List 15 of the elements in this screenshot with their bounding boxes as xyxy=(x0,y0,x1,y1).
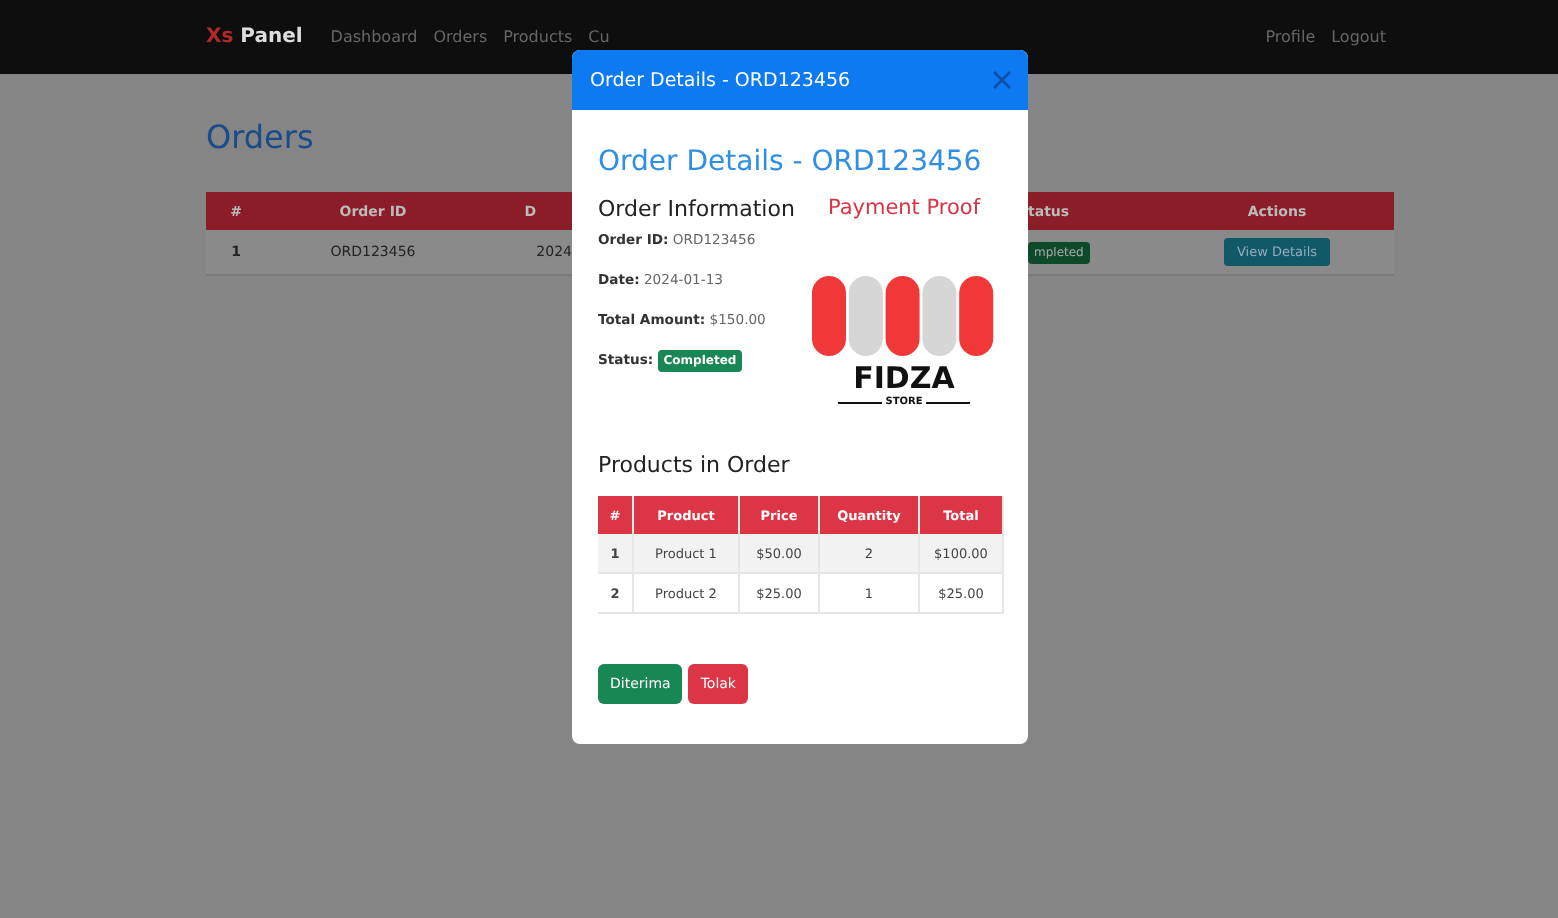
nav-link[interactable]: Profile xyxy=(1265,28,1316,46)
brand-logo[interactable]: Xs Panel xyxy=(206,26,303,48)
nav-link[interactable]: Cu xyxy=(588,28,610,46)
nav-link[interactable]: Orders xyxy=(433,28,488,46)
close-icon[interactable] xyxy=(992,70,1012,90)
nav-link[interactable]: Dashboard xyxy=(330,28,418,46)
modal-title: Order Details - ORD123456 xyxy=(590,69,851,91)
order-heading: Order Details - ORD123456 xyxy=(598,146,984,178)
nav-link[interactable]: Logout xyxy=(1331,28,1386,46)
section-heading: Products in Order xyxy=(598,452,792,478)
page-title: Orders xyxy=(206,118,314,156)
nav-link[interactable]: Products xyxy=(503,28,573,46)
section-heading: Order Information xyxy=(598,196,797,225)
logo-name: FIDZA xyxy=(853,360,955,396)
section-heading: Payment Proof xyxy=(827,196,981,220)
